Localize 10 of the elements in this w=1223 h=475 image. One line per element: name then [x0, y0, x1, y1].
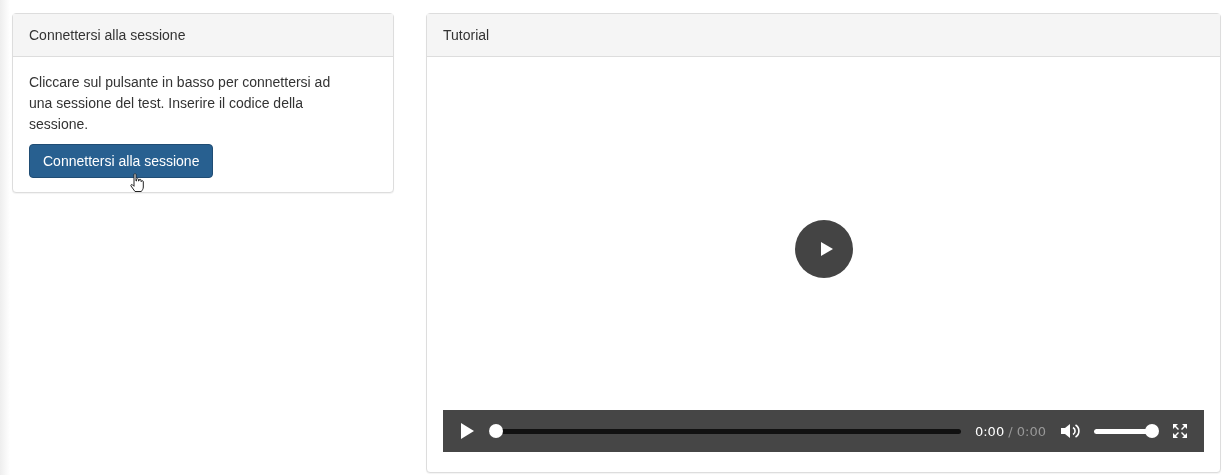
volume-slider[interactable]: [1094, 424, 1158, 438]
panel-title: Tutorial: [427, 14, 1220, 57]
connect-button[interactable]: Connettersi alla sessione: [29, 144, 214, 178]
play-icon[interactable]: [459, 422, 475, 440]
panel-title: Connettersi alla sessione: [13, 14, 393, 57]
volume-icon[interactable]: [1060, 422, 1080, 440]
time-display: 0:00 / 0:00: [974, 423, 1046, 439]
progress-slider[interactable]: [489, 424, 961, 438]
fullscreen-icon[interactable]: [1172, 423, 1188, 439]
instructions-text: Cliccare sul pulsante in basso per connettersi ad una sessione del test. Inserire il codice della sessione.: [29, 73, 332, 134]
